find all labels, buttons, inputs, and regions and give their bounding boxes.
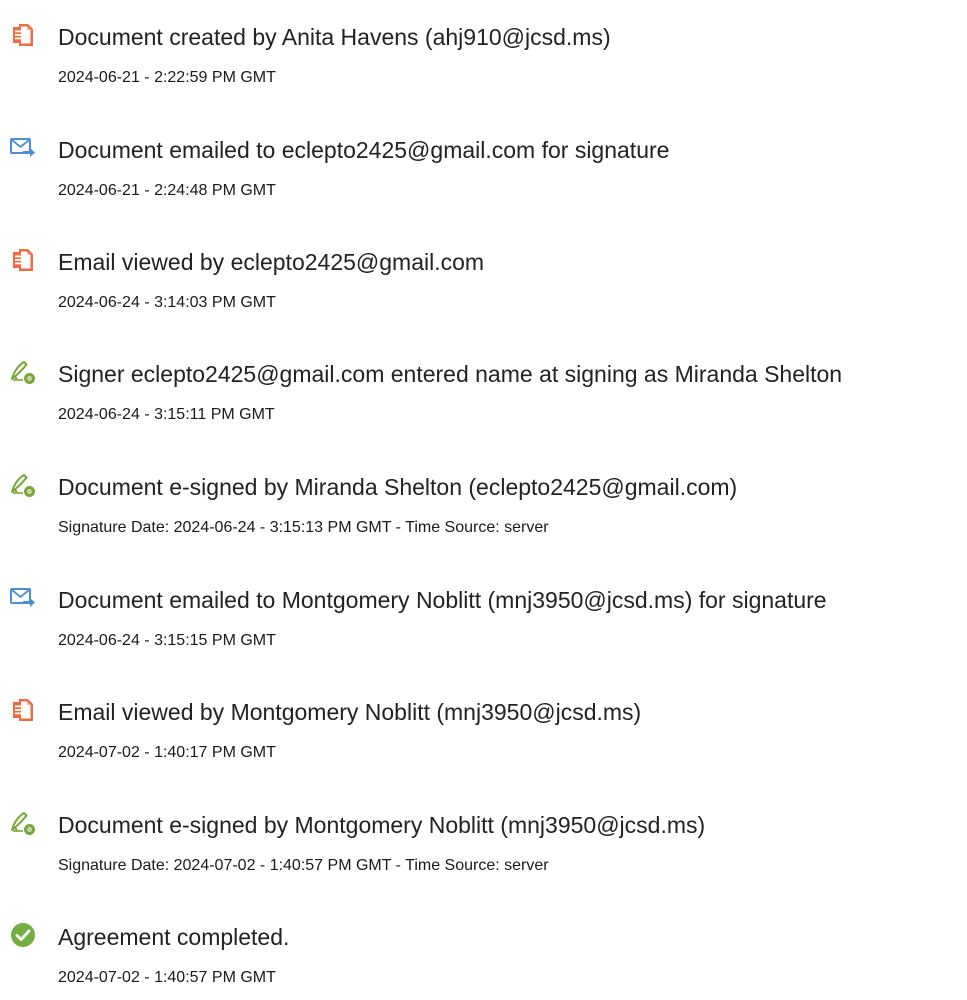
document-icon (10, 22, 36, 48)
email-sent-icon (10, 585, 36, 611)
signature-pen-icon (10, 472, 36, 498)
event-timestamp: 2024-06-21 - 2:24:48 PM GMT (58, 182, 276, 199)
event-timestamp: 2024-06-24 - 3:15:11 PM GMT (58, 406, 275, 423)
audit-event: Email viewed by Montgomery Noblitt (mnj3… (0, 685, 967, 775)
event-timestamp: 2024-07-02 - 1:40:17 PM GMT (58, 744, 276, 761)
audit-event: Document e-signed by Miranda Shelton (ec… (0, 460, 967, 550)
event-timestamp: 2024-06-24 - 3:15:15 PM GMT (58, 632, 276, 649)
document-icon (10, 247, 36, 273)
audit-event: Agreement completed. 2024-07-02 - 1:40:5… (0, 910, 967, 1000)
event-signature-date: Signature Date: 2024-07-02 - 1:40:57 PM … (58, 857, 549, 874)
event-timestamp: 2024-06-21 - 2:22:59 PM GMT (58, 69, 276, 86)
event-title: Signer eclepto2425@gmail.com entered nam… (58, 361, 843, 387)
event-signature-date: Signature Date: 2024-06-24 - 3:15:13 PM … (58, 519, 549, 536)
audit-event: Document emailed to eclepto2425@gmail.co… (0, 123, 967, 213)
event-title: Document e-signed by Montgomery Noblitt … (58, 812, 706, 838)
event-timestamp: 2024-06-24 - 3:14:03 PM GMT (58, 294, 276, 311)
audit-event: Signer eclepto2425@gmail.com entered nam… (0, 347, 967, 437)
audit-event: Email viewed by eclepto2425@gmail.com 20… (0, 235, 967, 325)
event-title: Email viewed by eclepto2425@gmail.com (58, 249, 485, 275)
event-title: Agreement completed. (58, 924, 290, 950)
audit-event: Document emailed to Montgomery Noblitt (… (0, 573, 967, 663)
signature-pen-icon (10, 359, 36, 385)
event-title: Document emailed to eclepto2425@gmail.co… (58, 137, 670, 163)
checkmark-circle-icon (10, 922, 36, 948)
event-title: Email viewed by Montgomery Noblitt (mnj3… (58, 699, 642, 725)
event-timestamp: 2024-07-02 - 1:40:57 PM GMT (58, 969, 276, 986)
event-title: Document emailed to Montgomery Noblitt (… (58, 587, 827, 613)
audit-event: Document e-signed by Montgomery Noblitt … (0, 798, 967, 888)
document-icon (10, 697, 36, 723)
event-title: Document created by Anita Havens (ahj910… (58, 24, 611, 50)
audit-event: Document created by Anita Havens (ahj910… (0, 10, 967, 100)
email-sent-icon (10, 135, 36, 161)
event-title: Document e-signed by Miranda Shelton (ec… (58, 474, 738, 500)
signature-pen-icon (10, 810, 36, 836)
